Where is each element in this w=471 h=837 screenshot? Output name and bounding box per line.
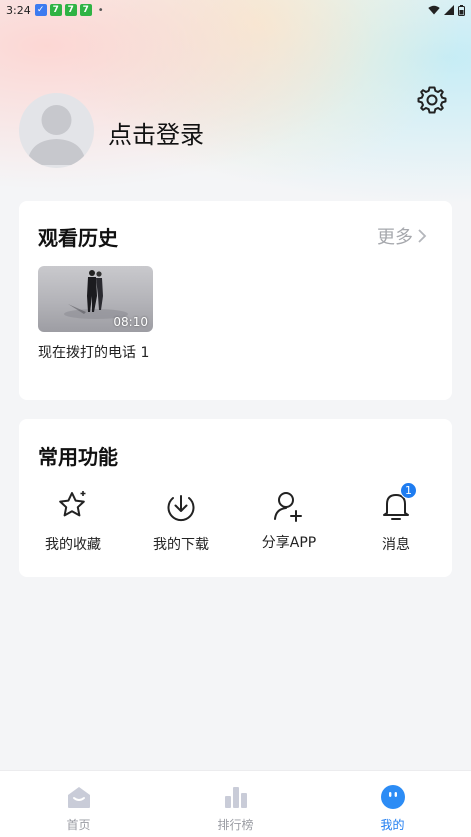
profile-icon: [380, 785, 405, 809]
notification-app-icon: 7: [79, 4, 92, 16]
nav-profile-label: 我的: [380, 818, 405, 832]
share-app-button[interactable]: 分享APP: [244, 488, 334, 552]
battery-icon: [458, 4, 465, 16]
nav-profile[interactable]: 我的: [314, 771, 471, 837]
settings-button[interactable]: [414, 82, 450, 118]
star-icon: [59, 491, 86, 517]
more-notifications-dot-icon: •: [97, 4, 104, 16]
notification-app-icon: ✓: [34, 4, 47, 16]
ranking-icon: [224, 787, 247, 808]
avatar[interactable]: [19, 93, 94, 168]
downloads-label: 我的下载: [153, 537, 209, 553]
chevron-right-icon: [418, 229, 427, 243]
bottom-navigation: 首页 排行榜 我的: [0, 770, 471, 837]
common-functions-title: 常用功能: [38, 445, 118, 469]
nav-ranking-label: 排行榜: [217, 818, 254, 832]
share-user-icon: [274, 492, 302, 522]
default-avatar-icon: [27, 105, 86, 165]
favorites-label: 我的收藏: [45, 537, 101, 553]
nav-home[interactable]: 首页: [0, 771, 157, 837]
history-more-link[interactable]: 更多: [377, 223, 427, 249]
download-icon: [167, 495, 195, 522]
history-video-thumbnail[interactable]: 08:10: [38, 266, 153, 332]
favorites-button[interactable]: 我的收藏: [28, 488, 118, 554]
downloads-button[interactable]: 我的下载: [136, 488, 226, 554]
message-count-badge: 1: [400, 482, 417, 499]
login-link[interactable]: 点击登录: [108, 115, 204, 150]
watch-history-title: 观看历史: [38, 226, 118, 250]
messages-label: 消息: [382, 537, 410, 553]
share-app-label: 分享APP: [261, 535, 317, 551]
history-video-title[interactable]: 现在拨打的电话 1: [38, 344, 168, 363]
more-label: 更多: [377, 227, 413, 248]
nav-ranking[interactable]: 排行榜: [157, 771, 314, 837]
wifi-icon: [428, 5, 440, 15]
messages-button[interactable]: 1 消息: [351, 482, 441, 554]
notification-app-icon: 7: [64, 4, 77, 16]
home-icon: [67, 787, 90, 808]
status-time: 3:24: [6, 3, 31, 17]
gear-icon: [417, 86, 447, 114]
notification-app-icon: 7: [49, 4, 62, 16]
signal-icon: [444, 5, 454, 15]
nav-home-label: 首页: [66, 818, 91, 832]
video-duration: 08:10: [113, 315, 148, 329]
status-bar: 3:24 ✓ 7 7 7 •: [0, 0, 471, 20]
